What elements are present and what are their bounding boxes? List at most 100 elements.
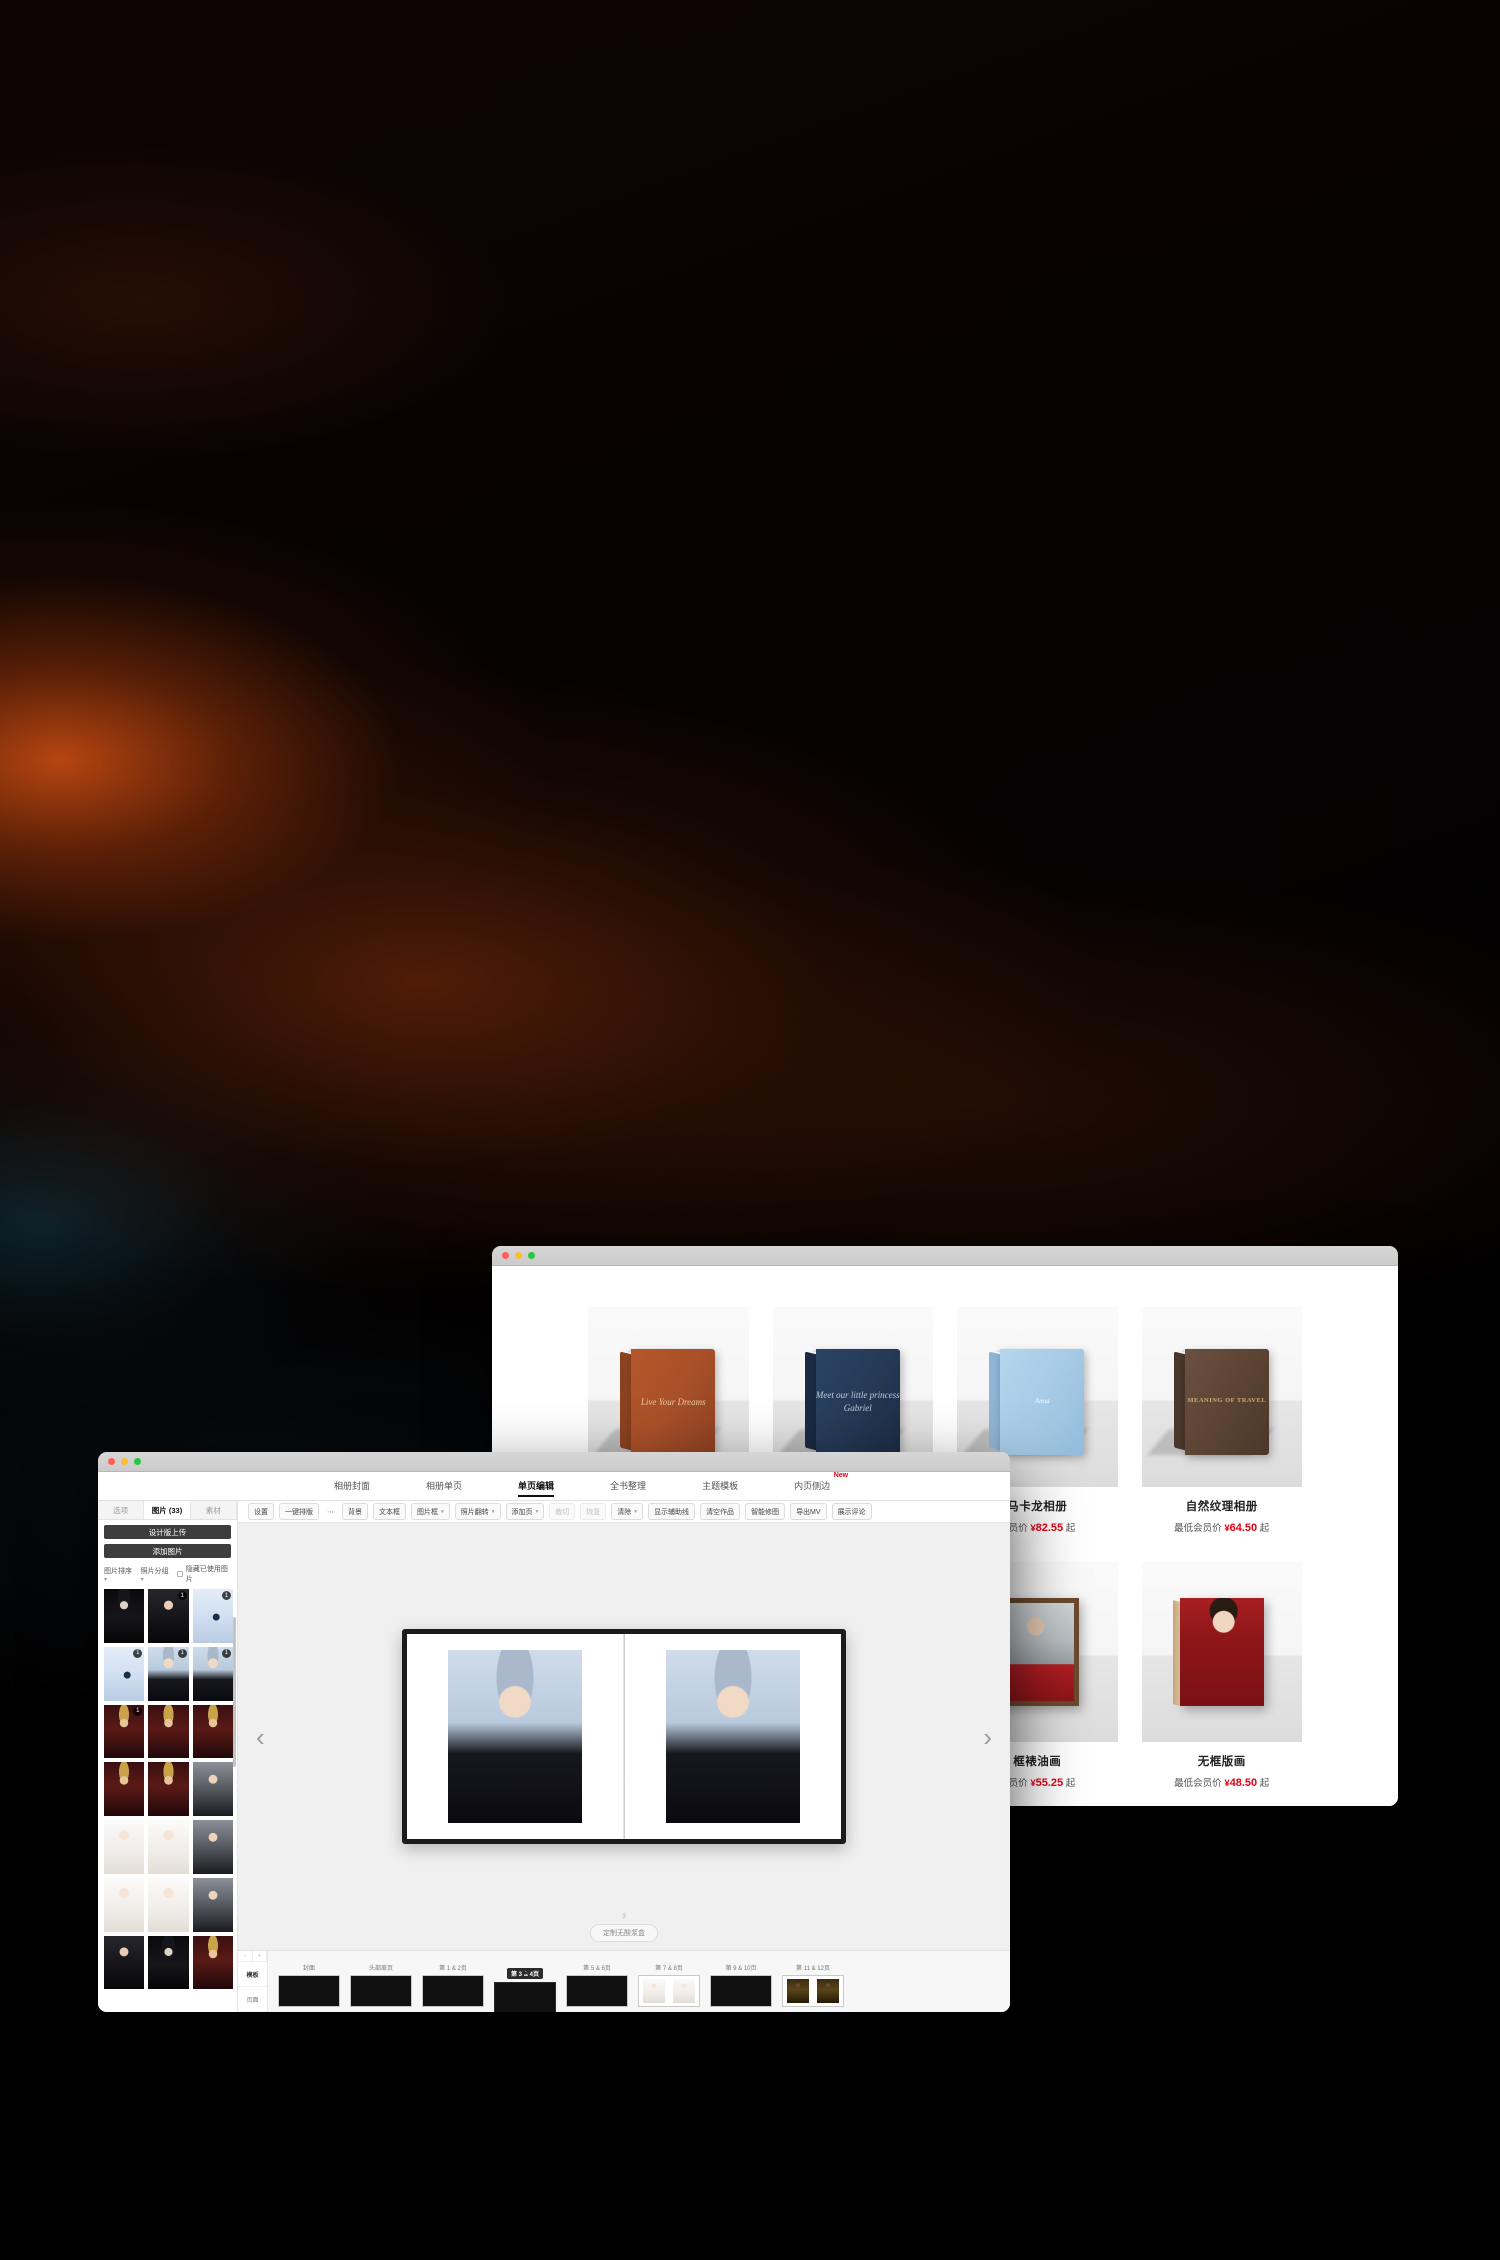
page-thumbnail-label: 第 5 & 6页 bbox=[583, 1966, 611, 1972]
design-upload-button[interactable]: 设计版上传 bbox=[104, 1525, 231, 1539]
pp-tab-images[interactable]: 图片 (33) bbox=[144, 1501, 191, 1519]
toolbar-button-2[interactable]: ⋯ bbox=[324, 1505, 337, 1518]
toolbar-button-1[interactable]: 一键排版 bbox=[279, 1503, 319, 1520]
photo-thumbnail[interactable]: 1 bbox=[192, 1646, 233, 1701]
photo-thumbnail[interactable] bbox=[148, 1935, 189, 1990]
page-thumbnail-item[interactable]: 第 9 & 10页 bbox=[710, 1963, 772, 2007]
pp-tab-materials[interactable]: 素材 bbox=[190, 1501, 237, 1519]
tab-page-edit[interactable]: 单页编辑 bbox=[518, 1479, 555, 1497]
photo-thumbnail[interactable] bbox=[148, 1762, 189, 1817]
group-photos-dropdown[interactable]: 照片分组 ▾ bbox=[141, 1566, 172, 1583]
page-thumbnail-list[interactable]: 封面 头部扉页 第 1 & 2页 第 3 & 4页 第 5 & 6页 第 7 & 8页 第 … bbox=[268, 1951, 1010, 2012]
product-image-brown-wood-album[interactable]: MEANING OF TRAVEL bbox=[1141, 1307, 1302, 1487]
pp-tab-options[interactable]: 选项 bbox=[98, 1501, 145, 1519]
photo-thumbnail[interactable]: 1 bbox=[148, 1589, 189, 1643]
page-thumbnail-item[interactable]: 头部扉页 bbox=[350, 1963, 412, 2007]
page-thumbnail-item[interactable]: 第 7 & 8页 bbox=[638, 1963, 700, 2007]
page-thumbnail-image[interactable] bbox=[494, 1982, 556, 2012]
photo-thumbnail[interactable] bbox=[148, 1820, 189, 1874]
photo-thumbnail[interactable]: 1 bbox=[104, 1646, 145, 1701]
chevron-down-icon: ▾ bbox=[491, 1508, 495, 1515]
editor-window-titlebar[interactable] bbox=[98, 1452, 1010, 1472]
toolbar-button-10[interactable]: 清除 ▾ bbox=[611, 1503, 644, 1520]
photo-panel-filters: 图片排序 ▾ 照片分组 ▾ 隐藏已使用图片 bbox=[98, 1558, 237, 1589]
page-thumbnail-item[interactable]: 第 11 & 12页 bbox=[782, 1963, 844, 2007]
toolbar-button-15[interactable]: 展示评论 bbox=[831, 1503, 872, 1520]
close-button[interactable] bbox=[502, 1252, 509, 1259]
photo-thumbnail[interactable] bbox=[104, 1935, 145, 1990]
photo-thumbnail[interactable] bbox=[104, 1589, 145, 1643]
page-thumbnail-image[interactable] bbox=[638, 1975, 700, 2007]
photo-thumbnail-grid[interactable]: 1 1 1 1 1 1 bbox=[98, 1589, 237, 2012]
minimize-button[interactable] bbox=[121, 1458, 128, 1465]
page-thumbnail-image[interactable] bbox=[350, 1975, 412, 2007]
chevron-right-icon[interactable]: › bbox=[983, 1724, 992, 1750]
toolbar-button-12[interactable]: 清空作品 bbox=[700, 1503, 741, 1520]
tab-album-page[interactable]: 相册单页 bbox=[426, 1479, 462, 1495]
strip-option-template[interactable]: 模板 bbox=[238, 1962, 267, 1987]
toolbar-button-13[interactable]: 智能修图 bbox=[745, 1503, 786, 1520]
minimize-button[interactable] bbox=[515, 1252, 522, 1259]
toolbar-button-5[interactable]: 图片框 ▾ bbox=[411, 1503, 450, 1520]
page-thumbnail-item[interactable]: 第 3 & 4页 bbox=[494, 1963, 556, 2012]
toolbar-button-7[interactable]: 添加页 ▾ bbox=[505, 1503, 545, 1520]
photo-thumbnail[interactable]: 1 bbox=[104, 1704, 145, 1759]
page-thumbnail-image[interactable] bbox=[782, 1975, 844, 2007]
chevron-left-icon[interactable]: ‹ bbox=[256, 1724, 265, 1750]
spread-photo-left[interactable] bbox=[448, 1650, 583, 1823]
page-thumbnail-image[interactable] bbox=[566, 1975, 628, 2007]
sort-images-dropdown[interactable]: 图片排序 ▾ bbox=[104, 1566, 135, 1583]
photo-thumbnail[interactable]: 1 bbox=[148, 1646, 189, 1701]
photo-thumbnail[interactable] bbox=[192, 1762, 233, 1817]
photo-thumbnail[interactable] bbox=[192, 1820, 233, 1874]
photo-thumbnail[interactable] bbox=[192, 1935, 233, 1990]
strip-option-page[interactable]: 页面 bbox=[238, 1987, 267, 2012]
photo-thumbnail[interactable] bbox=[104, 1877, 145, 1932]
page-thumbnail-item[interactable]: 封面 bbox=[278, 1963, 340, 2007]
canvas-area[interactable]: ‹ › 3 定制无酸浆盒 bbox=[238, 1523, 1010, 1950]
page-thumbnail-image[interactable] bbox=[278, 1975, 340, 2007]
photo-thumbnail[interactable] bbox=[192, 1704, 233, 1759]
add-image-button[interactable]: 添加图片 bbox=[104, 1544, 231, 1558]
photo-panel: 选项 图片 (33) 素材 设计版上传 添加图片 图片排序 ▾ 照片分组 ▾ 隐… bbox=[98, 1501, 238, 2012]
page-thumbnail-image[interactable] bbox=[710, 1975, 772, 2007]
album-editor-window[interactable]: 相册封面 相册单页 单页编辑 全书整理 主题模板 内页侧边 New 选项 图片 … bbox=[98, 1452, 1010, 2012]
hide-used-checkbox[interactable]: 隐藏已使用图片 bbox=[177, 1564, 231, 1584]
product-card-frameless-print[interactable]: 无框版画 最低会员价 ¥48.50 起 bbox=[1141, 1562, 1302, 1789]
maximize-button[interactable] bbox=[528, 1252, 535, 1259]
page-spread[interactable] bbox=[402, 1629, 846, 1844]
zoom-in-button[interactable]: + bbox=[252, 1951, 267, 1962]
toolbar-button-3[interactable]: 背景 bbox=[342, 1503, 368, 1520]
photo-use-count-badge: 1 bbox=[133, 1706, 143, 1716]
photo-thumbnail[interactable] bbox=[148, 1704, 189, 1759]
tab-theme-template[interactable]: 主题模板 bbox=[702, 1479, 738, 1495]
tab-album-cover[interactable]: 相册封面 bbox=[334, 1479, 370, 1495]
shop-window-titlebar[interactable] bbox=[492, 1246, 1398, 1266]
product-card-natural-texture-album[interactable]: MEANING OF TRAVEL 自然纹理相册 最低会员价 ¥64.50 起 bbox=[1141, 1307, 1302, 1534]
close-button[interactable] bbox=[108, 1458, 115, 1465]
spread-photo-right[interactable] bbox=[665, 1650, 800, 1823]
spread-page-right[interactable] bbox=[624, 1634, 841, 1839]
photo-panel-scrollbar[interactable] bbox=[233, 1617, 236, 1767]
product-image-frameless-print[interactable] bbox=[1141, 1562, 1302, 1742]
page-thumbnail-item[interactable]: 第 5 & 6页 bbox=[566, 1963, 628, 2007]
spread-page-left[interactable] bbox=[407, 1634, 625, 1839]
toolbar-button-14[interactable]: 导出MV bbox=[790, 1503, 827, 1520]
toolbar-button-11[interactable]: 显示辅助线 bbox=[648, 1503, 696, 1520]
tab-inner-side[interactable]: 内页侧边 New bbox=[794, 1472, 848, 1495]
toolbar-button-6[interactable]: 照片翻转 ▾ bbox=[454, 1503, 501, 1520]
photo-thumbnail[interactable] bbox=[148, 1877, 189, 1932]
toolbar-button-0[interactable]: 设置 bbox=[248, 1503, 274, 1520]
page-thumbnail-item[interactable]: 第 1 & 2页 bbox=[422, 1963, 484, 2007]
zoom-out-button[interactable]: − bbox=[238, 1951, 253, 1962]
toolbar-button-4[interactable]: 文本框 bbox=[373, 1503, 406, 1520]
page-thumbnail-image[interactable] bbox=[422, 1975, 484, 2007]
photo-thumbnail[interactable] bbox=[104, 1820, 145, 1874]
tab-book-organize[interactable]: 全书整理 bbox=[610, 1479, 646, 1495]
photo-thumbnail[interactable] bbox=[192, 1877, 233, 1932]
chevron-down-icon: ▾ bbox=[104, 1576, 108, 1583]
custom-acid-free-box-button[interactable]: 定制无酸浆盒 bbox=[590, 1924, 658, 1942]
photo-thumbnail[interactable]: 1 bbox=[192, 1589, 233, 1643]
photo-thumbnail[interactable] bbox=[104, 1762, 145, 1817]
maximize-button[interactable] bbox=[134, 1458, 141, 1465]
